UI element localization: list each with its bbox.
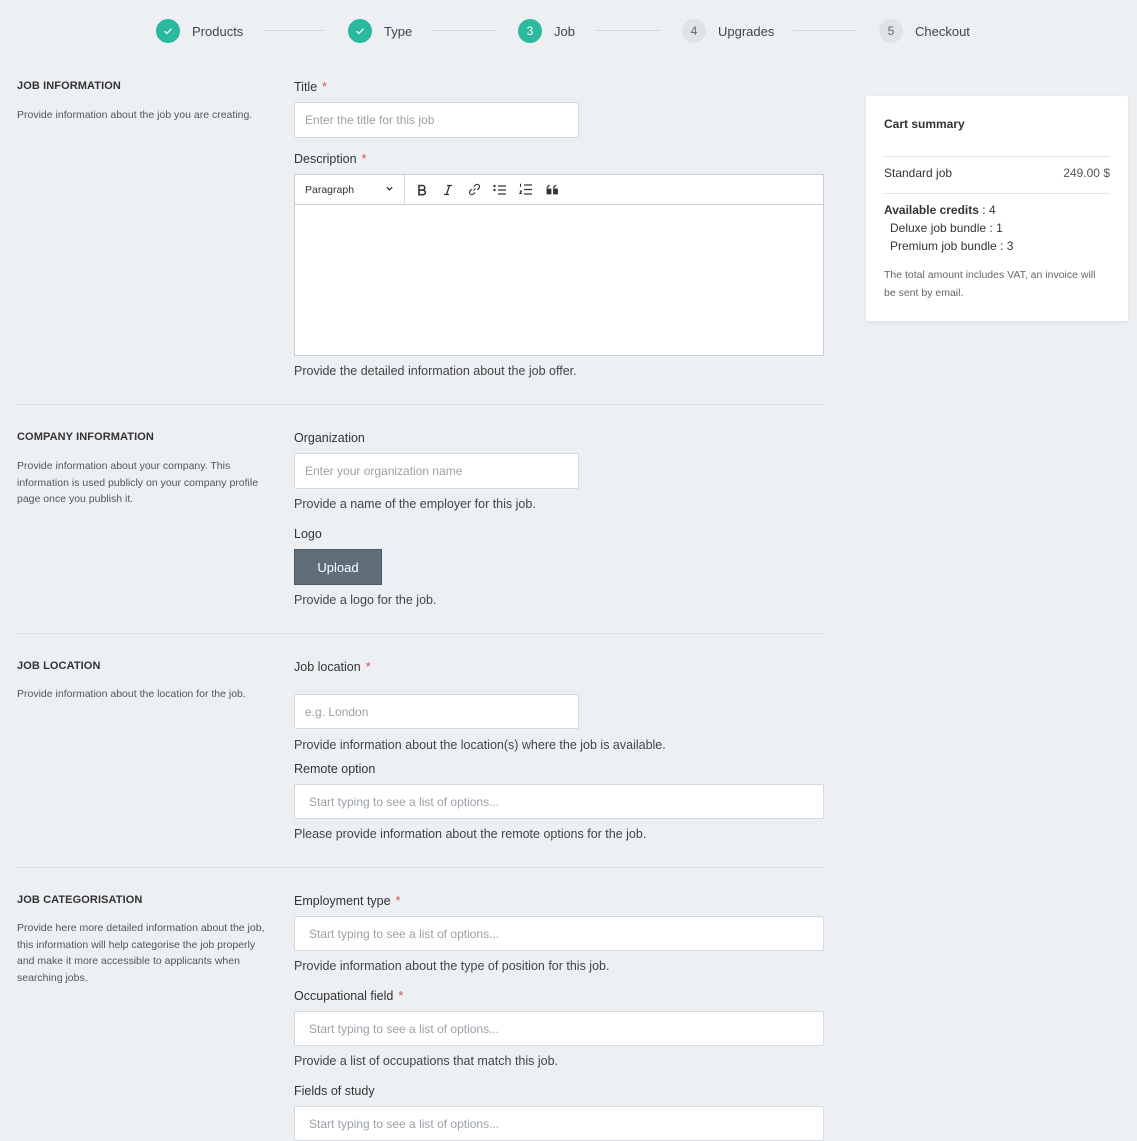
logo-label: Logo bbox=[294, 527, 322, 541]
logo-hint: Provide a logo for the job. bbox=[294, 593, 437, 607]
cart-divider bbox=[884, 193, 1110, 194]
occupational-field-label: Occupational field * bbox=[294, 989, 404, 1003]
required-marker: * bbox=[365, 660, 371, 674]
title-label: Title * bbox=[294, 80, 328, 94]
section-title-job-location: JOB LOCATION bbox=[17, 660, 101, 672]
cart-divider bbox=[884, 156, 1110, 157]
step-connector bbox=[263, 30, 325, 31]
credits-value: : 4 bbox=[978, 203, 996, 217]
deluxe-bundle-credits: Deluxe job bundle : 1 bbox=[890, 221, 1003, 235]
vat-note: The total amount includes VAT, an invoic… bbox=[884, 269, 1096, 299]
section-desc-job-information: Provide information about the job you ar… bbox=[17, 109, 253, 121]
required-marker: * bbox=[398, 989, 404, 1003]
occupational-field-input[interactable]: Start typing to see a list of options... bbox=[294, 1011, 824, 1046]
cart-title: Cart summary bbox=[884, 117, 965, 131]
step-label: Checkout bbox=[915, 23, 970, 39]
cart-item-name: Standard job bbox=[884, 166, 953, 180]
link-icon[interactable] bbox=[461, 177, 487, 203]
chevron-down-icon bbox=[385, 184, 394, 196]
step-type[interactable]: Type bbox=[348, 19, 412, 43]
organization-hint: Provide a name of the employer for this … bbox=[294, 497, 536, 511]
description-label: Description * bbox=[294, 152, 367, 166]
premium-bundle-credits: Premium job bundle : 3 bbox=[890, 239, 1014, 253]
step-connector bbox=[793, 30, 856, 31]
cart-item: Standard job 249.00 $ bbox=[884, 166, 1110, 180]
quote-icon[interactable] bbox=[539, 177, 565, 203]
check-icon bbox=[348, 19, 372, 43]
section-divider bbox=[17, 633, 824, 634]
editor-toolbar: Paragraph bbox=[295, 175, 823, 205]
step-label: Products bbox=[192, 23, 244, 39]
paragraph-select[interactable]: Paragraph bbox=[295, 175, 405, 204]
required-marker: * bbox=[361, 152, 367, 166]
job-location-label: Job location * bbox=[294, 660, 371, 674]
step-connector bbox=[596, 30, 660, 31]
required-marker: * bbox=[395, 894, 401, 908]
employment-type-hint: Provide information about the type of po… bbox=[294, 959, 610, 973]
section-desc-company-information: Provide information about your company. … bbox=[17, 460, 259, 505]
step-label: Upgrades bbox=[718, 23, 775, 39]
cart-summary: Cart summary Standard job 249.00 $ Avail… bbox=[866, 96, 1128, 321]
upload-button[interactable]: Upload bbox=[294, 549, 382, 585]
fields-of-study-label: Fields of study bbox=[294, 1084, 375, 1098]
available-credits: Available credits : 4 bbox=[884, 203, 996, 217]
section-desc-job-location: Provide information about the location f… bbox=[17, 688, 246, 700]
numbered-list-icon[interactable] bbox=[513, 177, 539, 203]
section-title-job-categorisation: JOB CATEGORISATION bbox=[17, 894, 143, 906]
paragraph-select-label: Paragraph bbox=[305, 183, 355, 196]
check-icon bbox=[156, 19, 180, 43]
remote-option-input[interactable]: Start typing to see a list of options... bbox=[294, 784, 824, 819]
title-input[interactable]: Enter the title for this job bbox=[294, 102, 579, 138]
job-location-input[interactable]: e.g. London bbox=[294, 694, 579, 729]
section-divider bbox=[17, 867, 824, 868]
remote-option-hint: Please provide information about the rem… bbox=[294, 827, 647, 841]
section-divider bbox=[17, 404, 824, 405]
section-title-company-information: COMPANY INFORMATION bbox=[17, 431, 154, 443]
section-title-job-information: JOB INFORMATION bbox=[17, 80, 121, 92]
occupational-field-hint: Provide a list of occupations that match… bbox=[294, 1054, 559, 1068]
step-checkout[interactable]: 5 Checkout bbox=[879, 19, 970, 43]
step-label: Type bbox=[384, 23, 413, 39]
employment-type-label: Employment type * bbox=[294, 894, 401, 908]
description-hint: Provide the detailed information about t… bbox=[294, 364, 577, 378]
credits-label: Available credits bbox=[884, 203, 979, 217]
step-job[interactable]: 3 Job bbox=[518, 19, 575, 43]
required-marker: * bbox=[322, 80, 328, 94]
bold-icon[interactable] bbox=[409, 177, 435, 203]
job-location-hint: Provide information about the location(s… bbox=[294, 738, 666, 752]
step-products[interactable]: Products bbox=[156, 19, 243, 43]
remote-option-label: Remote option bbox=[294, 762, 376, 776]
section-desc-job-categorisation: Provide here more detailed information a… bbox=[17, 922, 265, 984]
italic-icon[interactable] bbox=[435, 177, 461, 203]
step-number: 5 bbox=[879, 19, 903, 43]
step-label: Job bbox=[554, 23, 575, 39]
cart-item-price: 249.00 $ bbox=[1063, 166, 1110, 180]
organization-input[interactable]: Enter your organization name bbox=[294, 453, 579, 489]
description-editor[interactable]: Paragraph bbox=[294, 174, 824, 356]
bulleted-list-icon[interactable] bbox=[487, 177, 513, 203]
step-upgrades[interactable]: 4 Upgrades bbox=[682, 19, 774, 43]
step-number: 3 bbox=[518, 19, 542, 43]
fields-of-study-input[interactable]: Start typing to see a list of options... bbox=[294, 1106, 824, 1141]
employment-type-input[interactable]: Start typing to see a list of options... bbox=[294, 916, 824, 951]
step-number: 4 bbox=[682, 19, 706, 43]
step-connector bbox=[432, 30, 496, 31]
organization-label: Organization bbox=[294, 431, 365, 445]
